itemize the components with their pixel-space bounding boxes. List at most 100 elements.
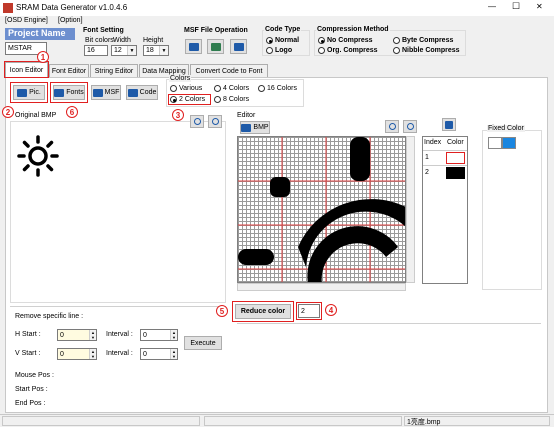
- menu-option[interactable]: [Option]: [58, 17, 83, 24]
- code-button-label: Code: [139, 89, 157, 96]
- save-icon: [241, 123, 252, 132]
- editor-label: Editor: [237, 112, 256, 119]
- interval-h-value: 0: [143, 331, 147, 339]
- font-setting-title: Font Setting: [83, 27, 124, 34]
- radio-icon: [266, 47, 273, 54]
- chevron-down-icon: ▼: [159, 46, 168, 55]
- radio-icon: [393, 47, 400, 54]
- msf-save-button[interactable]: [230, 39, 247, 54]
- callout-box-fonts: [50, 82, 88, 103]
- menu-osd-engine[interactable]: [OSD Engine]: [5, 17, 48, 24]
- h-start-spinner[interactable]: 0 ▲ ▼: [57, 329, 97, 341]
- fixed-color-blue[interactable]: [502, 137, 516, 149]
- horizontal-scrollbar[interactable]: [237, 283, 406, 291]
- radio-icon: [170, 85, 177, 92]
- tab-string-editor[interactable]: String Editor: [90, 64, 138, 77]
- width-label: Width: [113, 37, 131, 44]
- interval-h-spinner[interactable]: 0 ▲ ▼: [140, 329, 178, 341]
- org-compress-radio[interactable]: Org. Compress: [318, 47, 378, 54]
- fixed-color-white[interactable]: [488, 137, 502, 149]
- maximize-button[interactable]: ☐: [512, 1, 520, 12]
- colors-16-label: 16 Colors: [267, 85, 297, 92]
- palette-row-1[interactable]: 1: [423, 150, 467, 164]
- execute-button[interactable]: Execute: [184, 336, 222, 350]
- no-compress-radio[interactable]: No Compress: [318, 37, 373, 44]
- callout-box-reduce-color: [232, 301, 294, 322]
- status-cell-3: 1亮度.bmp: [404, 416, 550, 426]
- project-name-label: Project Name: [5, 28, 75, 40]
- bit-colors-field[interactable]: 16: [84, 45, 108, 56]
- spinner-arrows-icon: ▲ ▼: [170, 349, 177, 359]
- radio-selected-icon: [318, 37, 325, 44]
- height-value: 18: [146, 47, 154, 54]
- end-pos-label: End Pos :: [15, 400, 46, 407]
- minimize-button[interactable]: —: [488, 2, 496, 11]
- radio-icon: [258, 85, 265, 92]
- msf-new-button[interactable]: [185, 39, 202, 54]
- callout-box-icon-editor-tab: [4, 61, 49, 78]
- colors-4-label: 4 Colors: [223, 85, 250, 92]
- width-value: 12: [114, 47, 122, 54]
- spinner-arrows-icon: ▲ ▼: [89, 349, 96, 359]
- tab-convert-code-to-font[interactable]: Convert Code to Font: [190, 64, 268, 77]
- status-cell-2: [204, 416, 402, 426]
- tab-font-editor[interactable]: Font Editor: [49, 64, 89, 77]
- zoom-out-icon: [406, 123, 414, 130]
- interval-v-spinner[interactable]: 0 ▲ ▼: [140, 348, 178, 360]
- palette-table: Index Color 1 2: [422, 136, 468, 284]
- window-title: SRAM Data Generator v1.0.4.6: [16, 3, 128, 12]
- palette-swatch: [446, 167, 465, 179]
- zoom-in-button[interactable]: [190, 115, 204, 128]
- height-combo[interactable]: 18 ▼: [143, 45, 169, 56]
- palette-header-index: Index: [424, 139, 442, 146]
- palette-header-color: Color: [447, 139, 464, 146]
- palette-row-2[interactable]: 2: [423, 165, 467, 179]
- callout-box-pic: [10, 82, 48, 103]
- msf-button[interactable]: MSF: [91, 85, 121, 100]
- radio-icon: [318, 47, 325, 54]
- code-button[interactable]: Code: [126, 85, 158, 100]
- colors-16-radio[interactable]: 16 Colors: [258, 85, 297, 92]
- msf-import-button[interactable]: [207, 39, 224, 54]
- byte-compress-radio[interactable]: Byte Compress: [393, 37, 453, 44]
- execute-label: Execute: [190, 339, 216, 347]
- zoom-in-icon: [388, 123, 396, 130]
- palette-import-button[interactable]: [442, 118, 456, 131]
- spinner-arrows-icon: ▲ ▼: [170, 330, 177, 340]
- v-start-spinner[interactable]: 0 ▲ ▼: [57, 348, 97, 360]
- pixel-editor-canvas[interactable]: [237, 136, 406, 283]
- width-combo[interactable]: 12 ▼: [111, 45, 137, 56]
- nibble-compress-radio[interactable]: Nibble Compress: [393, 47, 460, 54]
- msf-file-operation-title: MSF File Operation: [184, 27, 248, 34]
- editor-zoom-out-button[interactable]: [403, 120, 417, 133]
- org-compress-label: Org. Compress: [327, 47, 378, 54]
- colors-4-radio[interactable]: 4 Colors: [214, 85, 249, 92]
- editor-bottom-divider: [237, 323, 541, 324]
- original-bmp-preview: [15, 133, 61, 179]
- editor-bmp-button[interactable]: BMP: [240, 121, 270, 134]
- status-bar: 1亮度.bmp: [0, 414, 554, 427]
- editor-zoom-in-button[interactable]: [385, 120, 399, 133]
- colors-various-radio[interactable]: Various: [170, 85, 202, 92]
- brightness-icon: [17, 135, 59, 177]
- save-icon: [233, 42, 244, 51]
- callout-marker-5: 5: [216, 305, 228, 317]
- import-icon: [210, 42, 221, 51]
- height-label: Height: [143, 37, 164, 44]
- callout-marker-2: 2: [2, 106, 14, 118]
- interval-v-value: 0: [143, 350, 147, 358]
- status-file-name: 1亮度.bmp: [407, 419, 441, 426]
- vertical-scrollbar[interactable]: [406, 136, 415, 283]
- code-type-normal-label: Normal: [275, 37, 300, 44]
- code-type-normal-radio[interactable]: Normal: [266, 37, 299, 44]
- code-type-logo-radio[interactable]: Logo: [266, 47, 292, 54]
- pixel-art: [238, 137, 405, 282]
- colors-8-radio[interactable]: 8 Colors: [214, 96, 249, 103]
- spinner-arrows-icon: ▲ ▼: [89, 330, 96, 340]
- zoom-out-button[interactable]: [208, 115, 222, 128]
- code-type-logo-label: Logo: [275, 47, 293, 54]
- colors-various-label: Various: [179, 85, 203, 92]
- callout-box-reduce-value: [296, 302, 322, 320]
- mouse-pos-label: Mouse Pos :: [15, 372, 54, 379]
- close-button[interactable]: ✕: [536, 2, 543, 11]
